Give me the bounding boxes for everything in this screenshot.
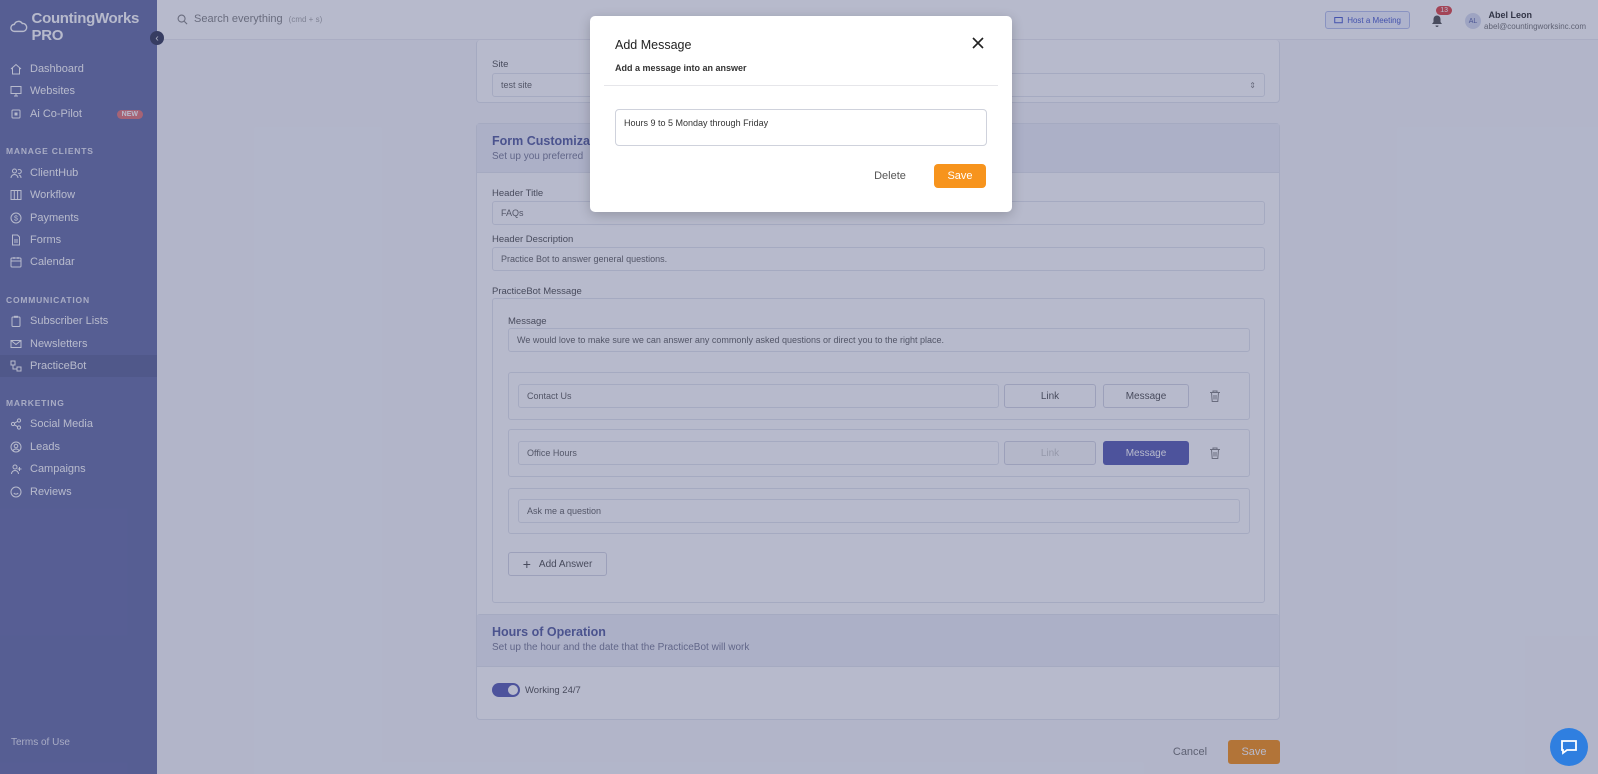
add-message-modal: Add Message Add a message into an answer…: [590, 16, 1012, 212]
modal-subtitle: Add a message into an answer: [615, 63, 747, 73]
message-textarea[interactable]: Hours 9 to 5 Monday through Friday: [615, 109, 987, 146]
modal-divider: [604, 85, 998, 86]
chat-icon: [1561, 740, 1577, 755]
chat-bubble-button[interactable]: [1550, 728, 1588, 766]
modal-save-button[interactable]: Save: [934, 164, 986, 188]
delete-button[interactable]: Delete: [864, 164, 916, 188]
modal-title: Add Message: [615, 38, 692, 52]
close-icon[interactable]: [971, 36, 985, 50]
